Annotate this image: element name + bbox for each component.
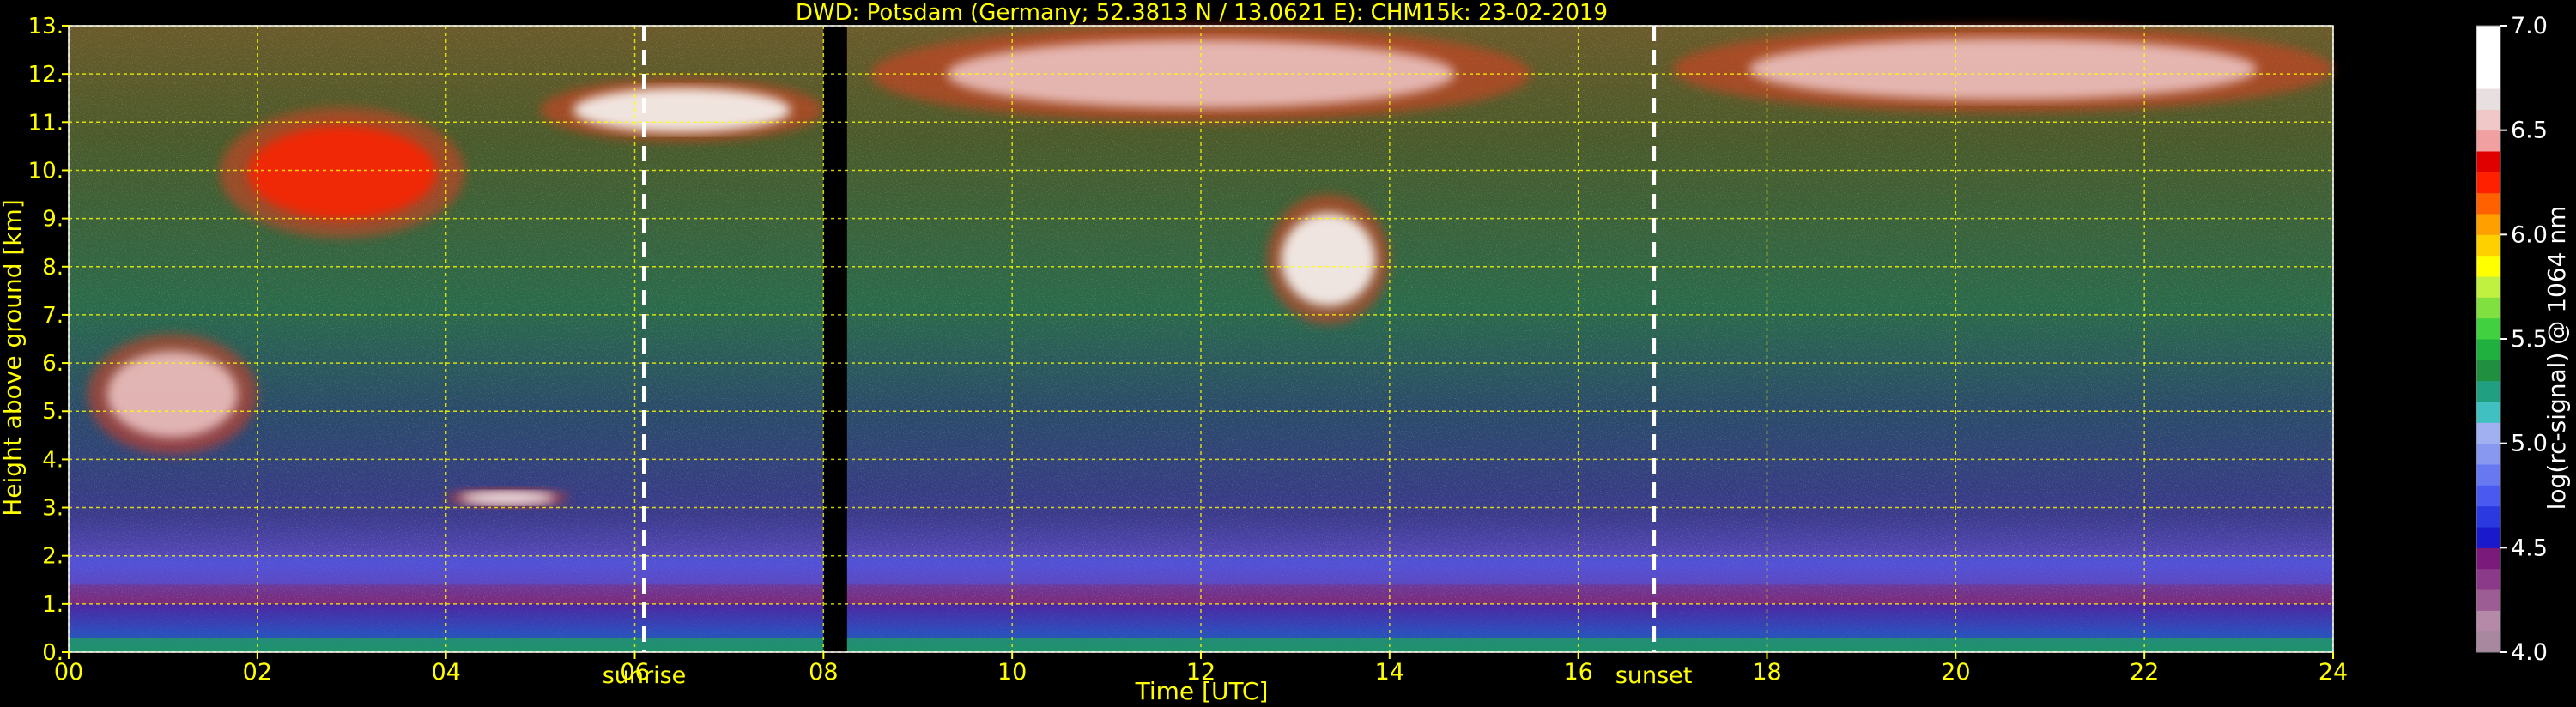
x-tick-label: 10 — [997, 659, 1027, 686]
ceilometer-chart: sunrise sunset00 02 04 06 08 10 12 14 16 18 20 22 240… — [0, 0, 2571, 705]
colorbar-segment — [2476, 485, 2500, 507]
colorbar-segment — [2476, 67, 2500, 89]
colorbar-segment — [2476, 464, 2500, 486]
colorbar-tick-label: 6.5 — [2511, 118, 2548, 144]
y-tick-label: 2. — [42, 544, 64, 570]
y-tick-label: 8. — [42, 255, 64, 281]
colorbar-tick-label: 7.0 — [2511, 13, 2548, 39]
colorbar-segment — [2476, 527, 2500, 548]
x-tick-label: 22 — [2130, 659, 2159, 686]
x-tick-label: 06 — [620, 659, 649, 686]
x-tick-label: 16 — [1563, 659, 1592, 686]
colorbar-segment — [2476, 88, 2500, 110]
colorbar-segment — [2476, 610, 2500, 632]
colorbar-segment — [2476, 276, 2500, 298]
colorbar-segment — [2476, 151, 2500, 172]
colorbar-segment — [2476, 255, 2500, 277]
colorbar-segment — [2476, 192, 2500, 215]
colorbar-tick-label: 4.0 — [2511, 639, 2548, 666]
cloud-2 — [106, 351, 239, 438]
colorbar-segment — [2476, 339, 2500, 360]
chart-title: DWD: Potsdam (Germany; 52.3813 N / 13.06… — [796, 0, 1608, 26]
sunset-label: sunset — [1615, 662, 1693, 689]
y-tick-label: 1. — [42, 592, 64, 618]
colorbar-segment — [2476, 443, 2500, 465]
x-axis-label: Time [UTC] — [1135, 677, 1269, 705]
colorbar-tick-label: 4.5 — [2511, 535, 2548, 561]
x-tick-label: 08 — [809, 659, 838, 686]
data-gap — [823, 26, 847, 652]
y-tick-label: 5. — [42, 399, 64, 425]
colorbar: 4.04.55.05.56.06.57.0 — [2476, 13, 2548, 666]
colorbar-segment — [2476, 631, 2500, 653]
y-tick-label: 13. — [28, 14, 64, 39]
colorbar-segment — [2476, 109, 2500, 131]
y-tick-label: 6. — [42, 351, 64, 377]
colorbar-segment — [2476, 360, 2500, 382]
colorbar-segment — [2476, 297, 2500, 319]
x-tick-label: 18 — [1752, 659, 1781, 686]
y-tick-label: 10. — [28, 158, 64, 184]
colorbar-segment — [2476, 505, 2500, 528]
cloud-4 — [247, 126, 437, 220]
x-tick-label: 02 — [243, 659, 272, 686]
colorbar-segment — [2476, 568, 2500, 590]
colorbar-segment — [2476, 214, 2500, 235]
x-tick-label: 04 — [431, 659, 460, 686]
cloud-5 — [573, 88, 791, 133]
colorbar-segment — [2476, 46, 2500, 69]
x-tick-label: 20 — [1941, 659, 1970, 686]
y-tick-label: 7. — [42, 303, 64, 329]
y-tick-label: 12. — [28, 62, 64, 88]
y-axis-label: Height above ground [km] — [0, 199, 27, 517]
colorbar-segment — [2476, 26, 2500, 47]
colorbar-segment — [2476, 422, 2500, 444]
x-tick-label: 24 — [2318, 659, 2348, 686]
y-tick-label: 0. — [42, 640, 64, 666]
y-tick-label: 9. — [42, 207, 64, 233]
y-tick-label: 4. — [42, 447, 64, 473]
plot-area — [69, 26, 2333, 652]
colorbar-segment — [2476, 172, 2500, 194]
colorbar-segment — [2476, 547, 2500, 570]
cloud-7 — [1281, 213, 1376, 306]
colorbar-label: log(rc-signal) @ 1064 nm — [2543, 206, 2571, 511]
cloud-8 — [1749, 38, 2258, 100]
cloud-3 — [460, 491, 555, 505]
colorbar-segment — [2476, 234, 2500, 257]
colorbar-segment — [2476, 130, 2500, 152]
x-tick-label: 14 — [1375, 659, 1404, 686]
y-tick-label: 3. — [42, 496, 64, 522]
colorbar-segment — [2476, 380, 2500, 402]
colorbar-segment — [2476, 317, 2500, 340]
y-tick-label: 11. — [28, 110, 64, 136]
colorbar-segment — [2476, 402, 2500, 423]
colorbar-segment — [2476, 589, 2500, 611]
